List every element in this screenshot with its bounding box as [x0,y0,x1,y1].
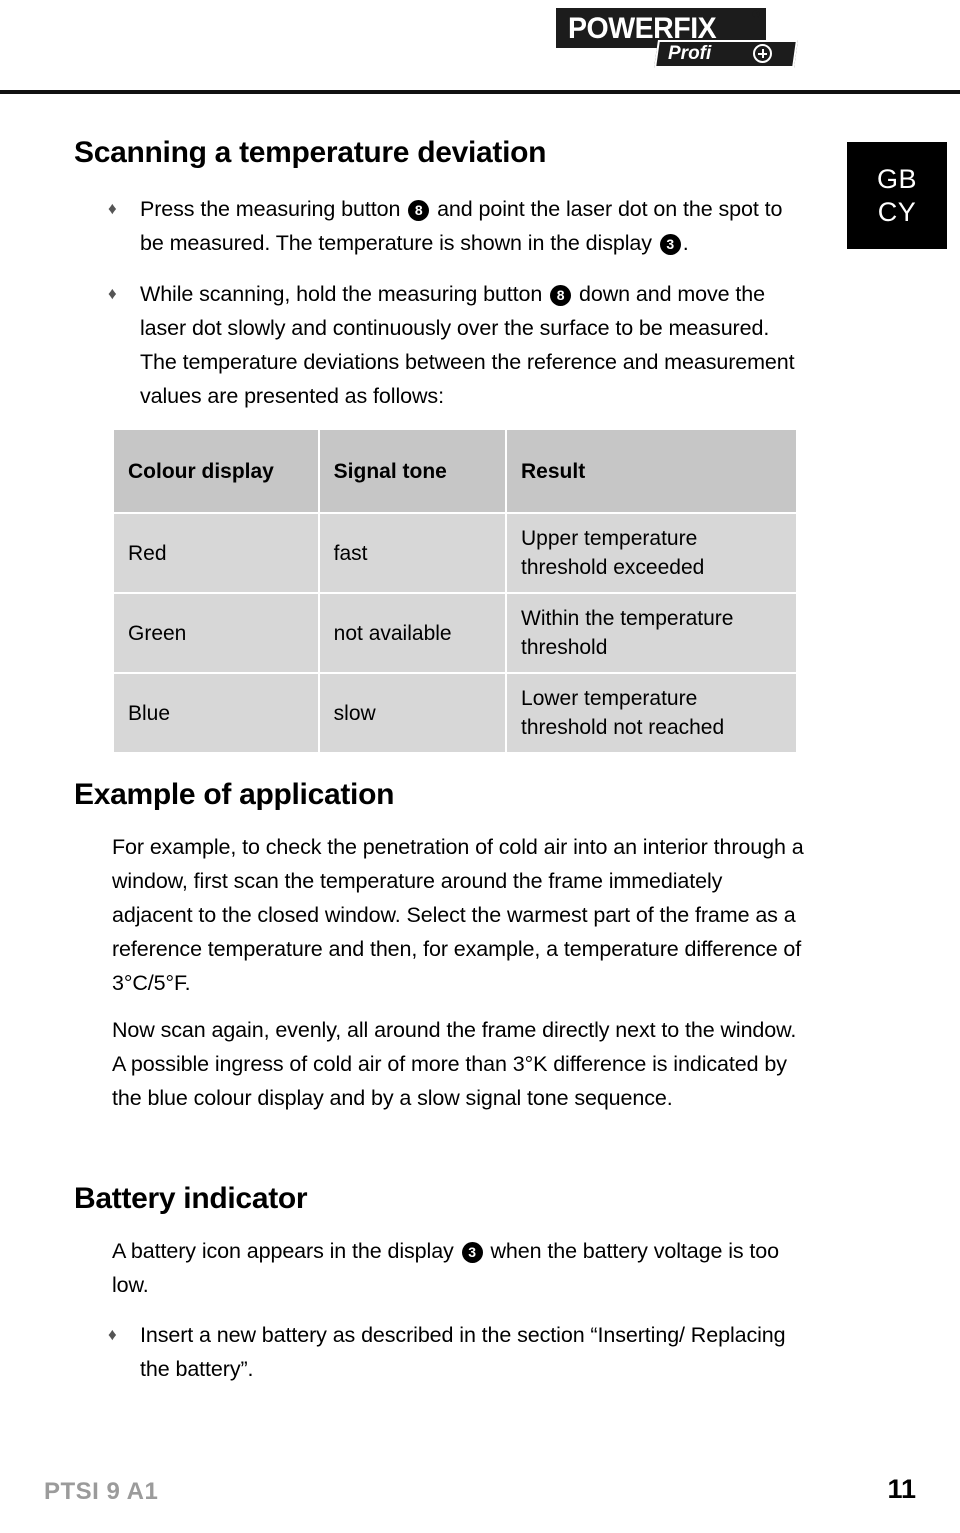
column-header-result: Result [507,430,796,512]
table-row: Green not available Within the temperatu… [114,594,796,672]
cell-colour: Blue [114,674,318,752]
reference-badge-3: 3 [461,1242,483,1263]
header-divider [0,90,960,94]
section-title-scanning: Scanning a temperature deviation [74,136,547,169]
column-header-signal-tone: Signal tone [319,430,506,512]
reference-badge-8: 8 [408,200,430,221]
brand-logo: POWERFIX ® Profi [556,8,806,72]
example-paragraph-1: For example, to check the penetration of… [112,835,804,995]
bullet-item: ♦ While scanning, hold the measuring but… [104,277,804,413]
footer-page-number: 11 [887,1474,916,1504]
bullet-item: ♦ Insert a new battery as described in t… [104,1318,810,1386]
bullet-item: ♦ Press the measuring button 8 and point… [104,192,810,260]
footer-model-number: PTSI 9 A1 [44,1478,159,1505]
bullet-diamond-icon: ♦ [108,1325,117,1344]
bullet-text: While scanning, hold the measuring butto… [140,282,795,408]
bullet-diamond-icon: ♦ [108,284,117,303]
country-code-box: GB CY [847,142,947,249]
table-row: Red fast Upper temperature threshold exc… [114,514,796,592]
section-title-battery: Battery indicator [74,1182,308,1215]
cell-result: Within the temperature threshold [507,594,796,672]
country-code-gb: GB [876,163,917,194]
plus-circle-icon [753,44,772,63]
column-header-colour-display: Colour display [114,430,318,512]
table-row: Blue slow Lower temperature threshold no… [114,674,796,752]
brand-sub-name: Profi [668,43,712,64]
cell-colour: Green [114,594,318,672]
country-code-cy: CY [877,196,917,227]
battery-paragraph: A battery icon appears in the display 3 … [112,1239,779,1297]
table-header-row: Colour display Signal tone Result [114,430,796,512]
cell-result: Lower temperature threshold not reached [507,674,796,752]
section-title-example: Example of application [74,778,395,811]
cell-signal: slow [319,674,506,752]
example-paragraph-2: Now scan again, evenly, all around the f… [112,1018,797,1110]
bullet-diamond-icon: ♦ [108,199,117,218]
bullet-text: Press the measuring button 8 and point t… [140,197,783,255]
cell-signal: not available [319,594,506,672]
bullet-text: Insert a new battery as described in the… [140,1323,786,1381]
cell-colour: Red [114,514,318,592]
registered-mark-icon: ® [752,9,761,21]
reference-badge-8: 8 [550,285,572,306]
cell-signal: fast [319,514,506,592]
temperature-deviation-table: Colour display Signal tone Result Red fa… [112,428,798,754]
reference-badge-3: 3 [659,234,681,255]
cell-result: Upper temperature threshold exceeded [507,514,796,592]
